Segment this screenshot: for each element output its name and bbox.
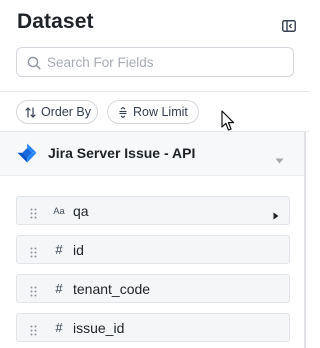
search-input[interactable] — [47, 52, 287, 72]
collapse-panel-icon[interactable] — [282, 19, 296, 32]
order-by-button[interactable]: Order By — [16, 100, 98, 124]
number-type-icon: # — [55, 281, 63, 296]
field-item-qa[interactable]: Aa qa — [16, 196, 290, 225]
search-field[interactable] — [16, 47, 294, 77]
scrollbar[interactable] — [304, 132, 306, 348]
drag-handle-icon[interactable] — [30, 323, 37, 336]
divider — [0, 91, 309, 92]
field-name: issue_id — [73, 320, 125, 336]
order-by-label: Order By — [41, 105, 92, 119]
row-limit-icon — [119, 106, 127, 118]
expand-arrow-icon[interactable] — [273, 207, 279, 220]
sort-arrows-icon — [25, 106, 36, 118]
jira-logo-icon — [17, 143, 37, 163]
field-item-tenant-code[interactable]: # tenant_code — [16, 274, 290, 303]
row-limit-button[interactable]: Row Limit — [107, 100, 199, 124]
field-name: qa — [73, 203, 89, 219]
number-type-icon: # — [55, 320, 63, 335]
field-name: tenant_code — [73, 281, 151, 297]
dataset-panel: Dataset Order By Row Li — [0, 0, 309, 348]
number-type-icon: # — [55, 242, 63, 257]
panel-title: Dataset — [17, 10, 94, 33]
data-source-title: Jira Server Issue - API — [48, 145, 196, 161]
drag-handle-icon[interactable] — [30, 206, 37, 219]
field-item-id[interactable]: # id — [16, 235, 290, 264]
field-item-issue-id[interactable]: # issue_id — [16, 313, 290, 342]
drag-handle-icon[interactable] — [30, 284, 37, 297]
drag-handle-icon[interactable] — [30, 245, 37, 258]
text-type-icon: Aa — [53, 206, 65, 217]
chevron-down-icon[interactable] — [275, 151, 284, 164]
search-icon — [27, 56, 41, 70]
field-name: id — [73, 242, 84, 258]
mouse-cursor-icon — [221, 110, 235, 132]
row-limit-label: Row Limit — [133, 105, 188, 119]
data-source-header[interactable]: Jira Server Issue - API — [0, 132, 304, 176]
